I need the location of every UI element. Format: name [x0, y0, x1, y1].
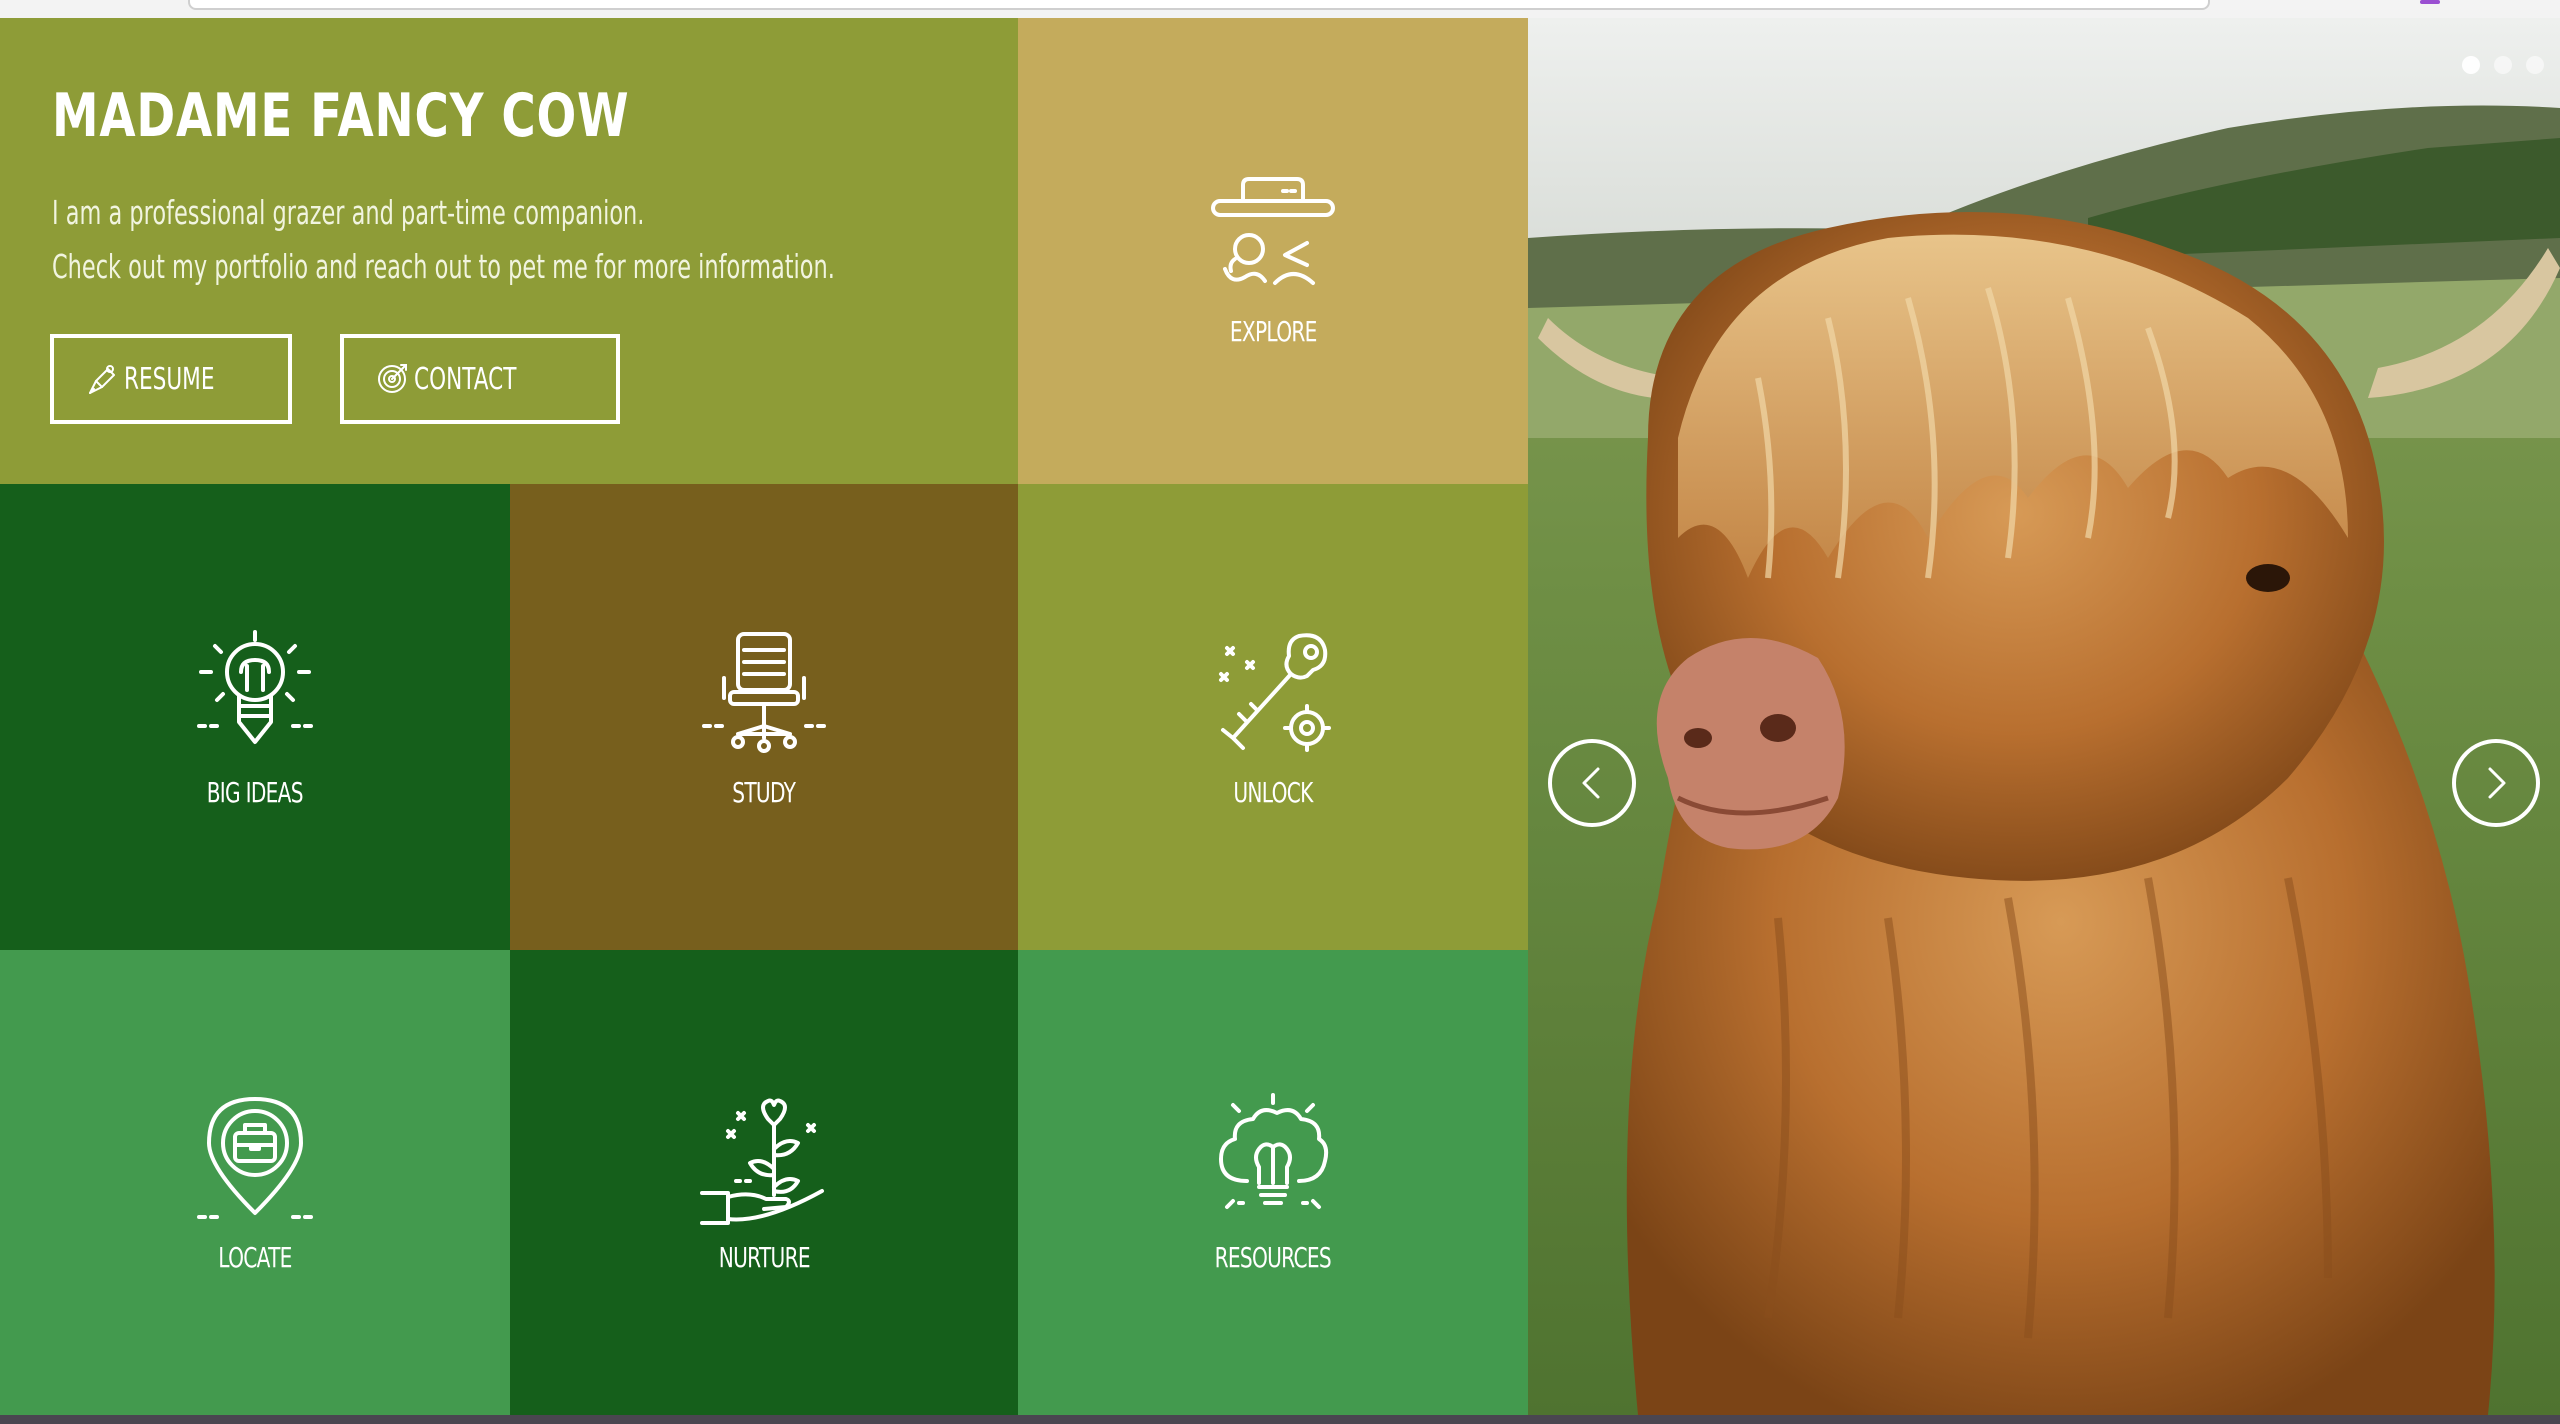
brain-lightbulb-icon [1219, 1093, 1329, 1209]
carousel-dot-1[interactable] [2462, 56, 2480, 74]
tile-unlock-label: UNLOCK [1233, 775, 1313, 809]
tile-locate-label: LOCATE [218, 1241, 292, 1274]
lightbulb-pencil-icon [197, 629, 313, 744]
tile-nurture[interactable]: NURTURE [510, 950, 1018, 1415]
target-icon [378, 364, 407, 393]
hat-disguise-icon [1211, 176, 1335, 285]
key-gear-icon [1219, 632, 1331, 752]
carousel-next-button[interactable] [2452, 739, 2540, 827]
contact-button-label: CONTACT [414, 361, 517, 397]
office-chair-icon [702, 631, 826, 753]
contact-button[interactable]: CONTACT [340, 334, 620, 424]
extension-icon[interactable] [2420, 0, 2440, 4]
portfolio-grid: MADAME FANCY COW I am a professional gra… [0, 18, 1528, 1415]
tile-big-ideas-label: BIG IDEAS [206, 775, 304, 809]
tile-nurture-label: NURTURE [718, 1241, 810, 1274]
map-pin-briefcase-icon [197, 1097, 313, 1219]
carousel-dot-2[interactable] [2494, 56, 2512, 74]
tagline-line-1: I am a professional grazer and part-time… [52, 193, 645, 232]
tile-resources-label: RESOURCES [1214, 1241, 1332, 1274]
carousel-prev-button[interactable] [1548, 739, 1636, 827]
hero-carousel [1528, 18, 2560, 1415]
page-bottom-edge [0, 1415, 2560, 1424]
browser-toolbar [0, 0, 2560, 18]
carousel-indicators [2462, 56, 2544, 74]
carousel-dot-3[interactable] [2526, 56, 2544, 74]
tile-big-ideas[interactable]: BIG IDEAS [0, 484, 510, 950]
intro-panel: MADAME FANCY COW I am a professional gra… [0, 18, 1018, 484]
tile-explore-label: EXPLORE [1229, 314, 1318, 348]
tile-study[interactable]: STUDY [510, 484, 1018, 950]
tile-study-label: STUDY [732, 775, 796, 809]
resume-button-label: RESUME [124, 361, 215, 397]
tile-unlock[interactable]: UNLOCK [1018, 484, 1528, 950]
tile-explore[interactable]: EXPLORE [1018, 18, 1528, 484]
hand-plant-heart-icon [700, 1098, 824, 1225]
chevron-left-icon [1582, 767, 1600, 799]
highland-cow-photo [1528, 18, 2560, 1415]
tile-locate[interactable]: LOCATE [0, 950, 510, 1415]
tagline-line-2: Check out my portfolio and reach out to … [52, 247, 835, 286]
chevron-right-icon [2488, 767, 2506, 799]
tile-resources[interactable]: RESOURCES [1018, 950, 1528, 1415]
site-title: MADAME FANCY COW [52, 81, 630, 151]
address-bar[interactable] [188, 0, 2210, 10]
pen-icon [89, 365, 115, 394]
resume-button[interactable]: RESUME [50, 334, 292, 424]
